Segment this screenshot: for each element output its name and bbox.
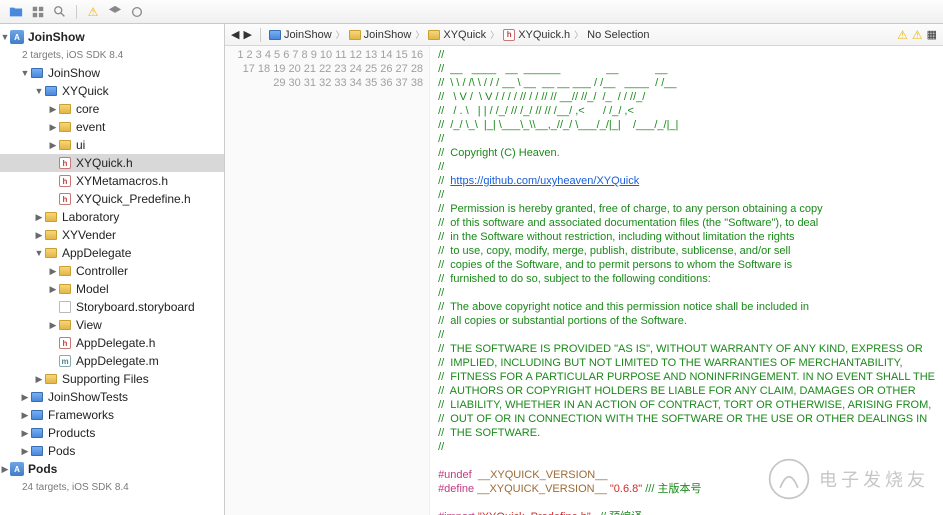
- nav-row-frameworks[interactable]: ▶ Frameworks: [0, 406, 224, 424]
- nav-label: AppDelegate: [62, 246, 131, 260]
- jump-seg-4[interactable]: No Selection: [587, 29, 649, 41]
- project-meta: 24 targets, iOS SDK 8.4: [0, 478, 224, 496]
- line-gutter: 1 2 3 4 5 6 7 8 9 10 11 12 13 14 15 16 1…: [225, 46, 430, 515]
- nav-label: Frameworks: [48, 408, 114, 422]
- disclosure-triangle-icon[interactable]: ▶: [34, 230, 44, 241]
- jump-forward-button[interactable]: ▶: [243, 28, 251, 41]
- nav-symbol-icon[interactable]: [28, 3, 48, 21]
- nav-label: XYVender: [62, 228, 116, 242]
- project-item[interactable]: ▼JoinShow: [0, 28, 224, 46]
- nav-row-xymetamacros-h[interactable]: hXYMetamacros.h: [0, 172, 224, 190]
- nav-label: JoinShow: [48, 66, 100, 80]
- disclosure-triangle-icon[interactable]: ▶: [34, 374, 44, 385]
- nav-test-icon[interactable]: [105, 3, 125, 21]
- source-editor: ◀ ▶ JoinShow 〉 JoinShow 〉 XYQuick 〉 hXYQ…: [225, 24, 943, 515]
- disclosure-triangle-icon[interactable]: ▼: [34, 86, 44, 96]
- nav-row-laboratory[interactable]: ▶ Laboratory: [0, 208, 224, 226]
- disclosure-triangle-icon[interactable]: ▶: [48, 104, 58, 115]
- code-text[interactable]: // // __ ____ __ ______ __ __ // \ \ / /…: [430, 46, 943, 515]
- nav-label: XYQuick_Predefine.h: [76, 192, 191, 206]
- nav-label: Pods: [48, 444, 75, 458]
- nav-label: AppDelegate.m: [76, 354, 159, 368]
- jump-seg-2[interactable]: XYQuick: [428, 29, 486, 41]
- nav-row-storyboard-storyboard[interactable]: Storyboard.storyboard: [0, 298, 224, 316]
- nav-label: XYQuick: [62, 84, 109, 98]
- nav-row-xyquick[interactable]: ▼ XYQuick: [0, 82, 224, 100]
- nav-folder-icon[interactable]: [6, 3, 26, 21]
- disclosure-triangle-icon[interactable]: ▶: [20, 446, 30, 457]
- nav-label: Supporting Files: [62, 372, 149, 386]
- chevron-right-icon: 〉: [490, 28, 499, 41]
- jump-seg-3[interactable]: hXYQuick.h: [503, 29, 570, 41]
- jump-bar: ◀ ▶ JoinShow 〉 JoinShow 〉 XYQuick 〉 hXYQ…: [225, 24, 943, 46]
- disclosure-triangle-icon[interactable]: ▶: [48, 122, 58, 133]
- nav-row-event[interactable]: ▶ event: [0, 118, 224, 136]
- nav-label: event: [76, 120, 105, 134]
- jump-seg-0[interactable]: JoinShow: [269, 29, 332, 41]
- nav-row-appdelegate-h[interactable]: hAppDelegate.h: [0, 334, 224, 352]
- nav-row-joinshow[interactable]: ▼ JoinShow: [0, 64, 224, 82]
- chevron-right-icon: 〉: [415, 28, 424, 41]
- nav-row-appdelegate-m[interactable]: mAppDelegate.m: [0, 352, 224, 370]
- jump-back-button[interactable]: ◀: [231, 28, 239, 41]
- project-item[interactable]: ▶Pods: [0, 460, 224, 478]
- disclosure-triangle-icon[interactable]: ▼: [34, 248, 44, 258]
- nav-label: core: [76, 102, 99, 116]
- editor-options-button[interactable]: ▦: [927, 28, 937, 41]
- nav-row-view[interactable]: ▶ View: [0, 316, 224, 334]
- chevron-right-icon: 〉: [574, 28, 583, 41]
- nav-label: ui: [76, 138, 85, 152]
- toolbar-separator: [76, 5, 77, 19]
- disclosure-triangle-icon[interactable]: ▼: [20, 68, 30, 78]
- nav-row-xyvender[interactable]: ▶ XYVender: [0, 226, 224, 244]
- nav-label: Controller: [76, 264, 128, 278]
- nav-label: Storyboard.storyboard: [76, 300, 195, 314]
- nav-debug-icon[interactable]: [127, 3, 147, 21]
- disclosure-triangle-icon[interactable]: ▶: [20, 392, 30, 403]
- nav-label: View: [76, 318, 102, 332]
- nav-row-xyquick-h[interactable]: hXYQuick.h: [0, 154, 224, 172]
- nav-row-joinshowtests[interactable]: ▶ JoinShowTests: [0, 388, 224, 406]
- nav-issue-icon[interactable]: ⚠: [83, 3, 103, 21]
- project-navigator[interactable]: ▼ JoinShow 2 targets, iOS SDK 8.4 ▼ JoinShow…: [0, 24, 225, 515]
- main-area: ▼ JoinShow 2 targets, iOS SDK 8.4 ▼ JoinShow…: [0, 24, 943, 515]
- nav-label: AppDelegate.h: [76, 336, 155, 350]
- warning-badge[interactable]: ⚠: [897, 28, 908, 42]
- nav-label: Model: [76, 282, 109, 296]
- nav-label: XYMetamacros.h: [76, 174, 168, 188]
- nav-label: XYQuick.h: [76, 156, 133, 170]
- nav-label: JoinShowTests: [48, 390, 128, 404]
- disclosure-triangle-icon[interactable]: ▶: [34, 212, 44, 223]
- disclosure-triangle-icon[interactable]: ▶: [48, 284, 58, 295]
- disclosure-triangle-icon[interactable]: ▶: [48, 140, 58, 151]
- nav-row-supporting-files[interactable]: ▶ Supporting Files: [0, 370, 224, 388]
- nav-search-icon[interactable]: [50, 3, 70, 21]
- code-view[interactable]: 1 2 3 4 5 6 7 8 9 10 11 12 13 14 15 16 1…: [225, 46, 943, 515]
- nav-row-ui[interactable]: ▶ ui: [0, 136, 224, 154]
- nav-row-core[interactable]: ▶ core: [0, 100, 224, 118]
- disclosure-triangle-icon[interactable]: ▶: [20, 428, 30, 439]
- warning-badge[interactable]: ⚠: [912, 28, 923, 42]
- disclosure-triangle-icon[interactable]: ▶: [48, 266, 58, 277]
- nav-row-appdelegate[interactable]: ▼ AppDelegate: [0, 244, 224, 262]
- chevron-right-icon: 〉: [336, 28, 345, 41]
- nav-label: Laboratory: [62, 210, 119, 224]
- nav-row-xyquick_predefine-h[interactable]: hXYQuick_Predefine.h: [0, 190, 224, 208]
- nav-row-controller[interactable]: ▶ Controller: [0, 262, 224, 280]
- nav-row-products[interactable]: ▶ Products: [0, 424, 224, 442]
- nav-row-pods[interactable]: ▶ Pods: [0, 442, 224, 460]
- disclosure-triangle-icon[interactable]: ▶: [48, 320, 58, 331]
- disclosure-triangle-icon[interactable]: ▶: [20, 410, 30, 421]
- nav-label: Products: [48, 426, 95, 440]
- nav-row-model[interactable]: ▶ Model: [0, 280, 224, 298]
- navigator-toolbar: ⚠: [0, 0, 943, 24]
- jump-seg-1[interactable]: JoinShow: [349, 29, 412, 41]
- jumpbar-separator: [260, 28, 261, 42]
- project-meta: 2 targets, iOS SDK 8.4: [0, 46, 224, 64]
